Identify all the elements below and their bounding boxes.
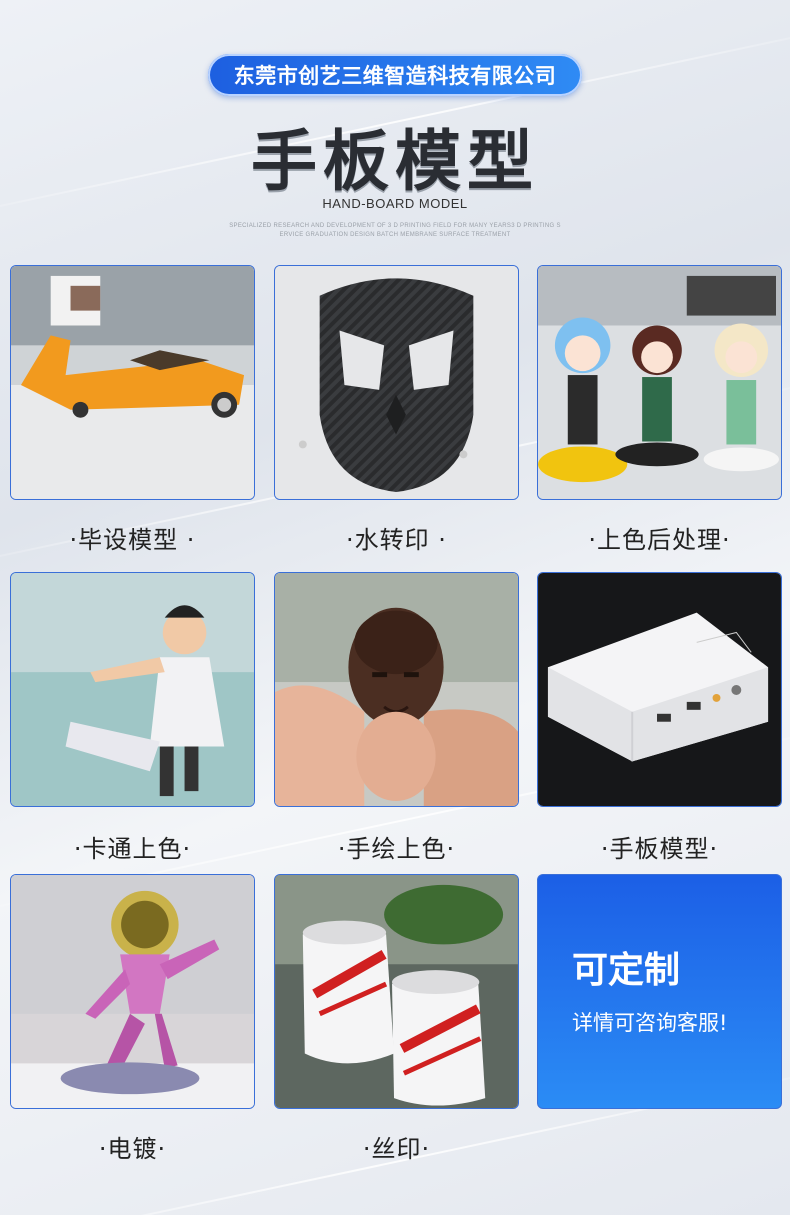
item-caption: ·丝印· — [362, 1135, 431, 1163]
white-device-photo — [537, 572, 782, 807]
page-subtitle: HAND-BOARD MODEL — [322, 196, 468, 211]
item-caption: ·手板模型· — [600, 835, 719, 863]
cartoon-figure-photo — [10, 572, 255, 807]
company-name-badge: 东莞市创艺三维智造科技有限公司 — [208, 54, 582, 96]
item-caption: ·手绘上色· — [337, 835, 456, 863]
printed-cans-photo — [274, 874, 519, 1109]
carbon-skull-mask-photo — [274, 265, 519, 500]
item-caption: ·毕设模型 · — [69, 526, 196, 554]
item-caption: ·水转印 · — [346, 526, 447, 554]
customization-title: 可定制 — [572, 950, 681, 991]
chrome-astronaut-photo — [10, 874, 255, 1109]
customization-subtitle: 详情可咨询客服! — [572, 1011, 728, 1035]
item-caption: ·电镀· — [98, 1135, 167, 1163]
page-description: SPECIALIZED RESEARCH AND DEVELOPMENT OF … — [229, 223, 561, 238]
painted-head-photo — [274, 572, 519, 807]
item-caption: ·卡通上色· — [73, 835, 192, 863]
customization-card[interactable]: 可定制 详情可咨询客服! — [537, 874, 782, 1109]
page-title: 手板模型 — [251, 123, 539, 200]
anime-figures-photo — [537, 265, 782, 500]
item-caption: ·上色后处理· — [588, 526, 731, 554]
orange-car-model-photo — [10, 265, 255, 500]
